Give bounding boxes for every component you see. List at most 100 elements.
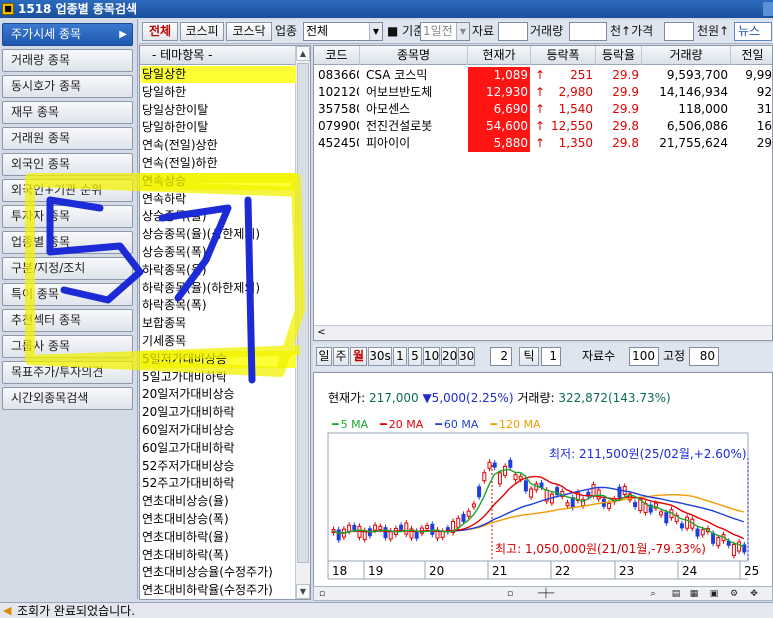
volume-input[interactable] (569, 22, 607, 41)
data-input[interactable] (498, 22, 528, 41)
theme-item[interactable]: 연속하락 (141, 191, 296, 208)
theme-item[interactable]: 52주고가대비하락 (141, 475, 296, 492)
nav-item-12[interactable]: 그룹사 종목 (2, 335, 133, 358)
theme-item[interactable]: 연속상승 (141, 172, 296, 190)
scroll-down-icon[interactable]: ▼ (296, 584, 310, 599)
period-button[interactable]: 20 (441, 347, 457, 366)
nav-item-10[interactable]: 특이 종목 (2, 283, 133, 306)
theme-item[interactable]: 60일고가대비하락 (141, 440, 296, 457)
theme-item[interactable]: 연초대비하락(율) (141, 529, 296, 546)
nav-item-4[interactable]: 거래원 종목 (2, 127, 133, 150)
period-button[interactable]: 1 (393, 347, 407, 366)
cell-prev: 29 (756, 136, 772, 150)
nav-item-0[interactable]: 주가시세 종목 ▶ (2, 23, 133, 46)
column-header[interactable]: 등락폭 (531, 46, 596, 65)
range-left-icon[interactable]: ▫ (504, 588, 516, 600)
nav-item-2[interactable]: 동시호가 종목 (2, 75, 133, 98)
nav-item-7[interactable]: 투자자 종목 (2, 205, 133, 228)
tick-button[interactable]: 틱 (519, 347, 539, 366)
x-tick-label: 21 (492, 564, 507, 578)
market-kospi-button[interactable]: 코스피 (180, 22, 224, 41)
column-header[interactable]: 등락율 (596, 46, 642, 65)
tick-input[interactable]: 1 (541, 347, 561, 366)
scroll-thumb[interactable] (297, 63, 309, 563)
theme-item[interactable]: 연초대비상승율(수정주가) (141, 564, 296, 581)
move-icon[interactable]: ✥ (748, 588, 760, 600)
period-button[interactable]: 30s (368, 347, 392, 366)
nav-item-6[interactable]: 외국인+기관 순위 (2, 179, 133, 202)
window-control-button[interactable] (763, 2, 773, 16)
settings-icon[interactable]: ⚙ (728, 588, 740, 600)
theme-item[interactable]: 20일저가대비상승 (141, 386, 296, 403)
table-row[interactable]: 452450 피아이이 5,880 ↑ 1,350 29.8 21,755,624 29 (314, 135, 772, 152)
theme-item[interactable]: 연속(전일)상한 (141, 137, 296, 154)
theme-item[interactable]: 당일하한이탈 (141, 119, 296, 136)
column-header[interactable]: 거래량 (642, 46, 731, 65)
period-button[interactable]: 5 (408, 347, 422, 366)
theme-item[interactable]: 상승종목(폭) (141, 244, 296, 261)
theme-item[interactable]: 60일저가대비상승 (141, 422, 296, 439)
theme-item[interactable]: 20일고가대비하락 (141, 404, 296, 421)
theme-item[interactable]: 5일저가대비상승 (141, 350, 296, 368)
price-input[interactable] (664, 22, 694, 41)
table-row[interactable]: 357580 아모센스 6,690 ↑ 1,540 29.9 118,000 31 (314, 101, 772, 118)
news-button[interactable]: 뉴스 (734, 22, 772, 41)
scroll-left-icon[interactable]: < (314, 326, 329, 340)
column-header[interactable]: 현재가 (468, 46, 531, 65)
theme-item[interactable]: 연속(전일)하한 (141, 155, 296, 172)
table-hscrollbar[interactable]: < (314, 325, 772, 340)
chevron-down-icon[interactable]: ▼ (369, 23, 382, 40)
theme-item[interactable]: 연초대비상승(폭) (141, 511, 296, 528)
nav-item-3[interactable]: 재무 종목 (2, 101, 133, 124)
chart-scroll-icon[interactable]: ▫ (316, 588, 328, 600)
theme-item[interactable]: 보합종목 (141, 315, 296, 332)
column-header[interactable]: 종목명 (360, 46, 468, 65)
column-header[interactable]: 코드 (314, 46, 360, 65)
ruler-icon[interactable]: ▤ (670, 588, 682, 600)
theme-list-scrollbar[interactable]: ▲ ▼ (295, 46, 310, 599)
theme-item[interactable]: 연초대비하락율(수정주가) (141, 582, 296, 599)
nav-item-9[interactable]: 구분/지정/조치 (2, 257, 133, 280)
theme-item[interactable]: 52주저가대비상승 (141, 458, 296, 475)
period-button[interactable]: 월 (350, 347, 367, 366)
market-kosdaq-button[interactable]: 코스닥 (226, 22, 272, 41)
theme-item[interactable]: 하락종목(폭) (141, 297, 296, 314)
theme-item[interactable]: 하락종목(율)(하한제외) (141, 280, 296, 297)
zoom-slider[interactable]: ─┼─ (526, 588, 566, 600)
scroll-up-icon[interactable]: ▲ (296, 46, 310, 61)
basis-select[interactable]: 1일전 ▼ (420, 22, 470, 41)
nav-item-1[interactable]: 거래량 종목 (2, 49, 133, 72)
nav-item-13[interactable]: 목표주가/투자의견 (2, 361, 133, 384)
column-header[interactable]: 전일 (731, 46, 772, 65)
theme-item[interactable]: 당일하한 (141, 84, 296, 101)
nav-item-5[interactable]: 외국인 종목 (2, 153, 133, 176)
theme-item[interactable]: 상승종목(율)(상한제외) (141, 226, 296, 243)
period-button[interactable]: 일 (316, 347, 332, 366)
theme-item[interactable]: 하락종목(율) (141, 262, 296, 279)
theme-item[interactable]: 5일고가대비하락 (141, 369, 296, 386)
fixed-input[interactable]: 80 (689, 347, 719, 366)
table-row[interactable]: 079900 전진건설로봇 54,600 ↑ 12,550 29.8 6,506,086 16 (314, 118, 772, 135)
period-button[interactable]: 주 (333, 347, 349, 366)
market-all-button[interactable]: 전체 (142, 22, 178, 41)
theme-item[interactable]: 연초대비상승(율) (141, 493, 296, 510)
image-icon[interactable]: ▣ (708, 588, 720, 600)
nav-item-14[interactable]: 시간외종목검색 (2, 387, 133, 410)
nav-item-11[interactable]: 추천섹터 종목 (2, 309, 133, 332)
sector-select[interactable]: 전체 ▼ (303, 22, 383, 41)
theme-item[interactable]: 당일상한이탈 (141, 102, 296, 119)
period-button[interactable]: 30 (458, 347, 475, 366)
chevron-down-icon[interactable]: ▼ (456, 23, 469, 40)
table-row[interactable]: 083660 CSA 코스믹 1,089 ↑ 251 29.9 9,593,700 9,99 (314, 67, 772, 84)
table-row[interactable]: 102120 어보브반도체 12,930 ↑ 2,980 29.9 14,146,934 92 (314, 84, 772, 101)
nav-item-8[interactable]: 업종별 종목 (2, 231, 133, 254)
theme-item[interactable]: 상승종목(율) (141, 208, 296, 225)
theme-item[interactable]: 당일상한 (141, 66, 296, 83)
period-button[interactable]: 10 (423, 347, 440, 366)
theme-item[interactable]: 연초대비하락(폭) (141, 547, 296, 564)
theme-item[interactable]: 기세종목 (141, 333, 296, 350)
period-input[interactable]: 2 (490, 347, 512, 366)
calendar-icon[interactable]: ▦ (688, 588, 700, 600)
zoom-icon[interactable]: ⌕ (647, 588, 659, 600)
count-input[interactable]: 100 (629, 347, 659, 366)
